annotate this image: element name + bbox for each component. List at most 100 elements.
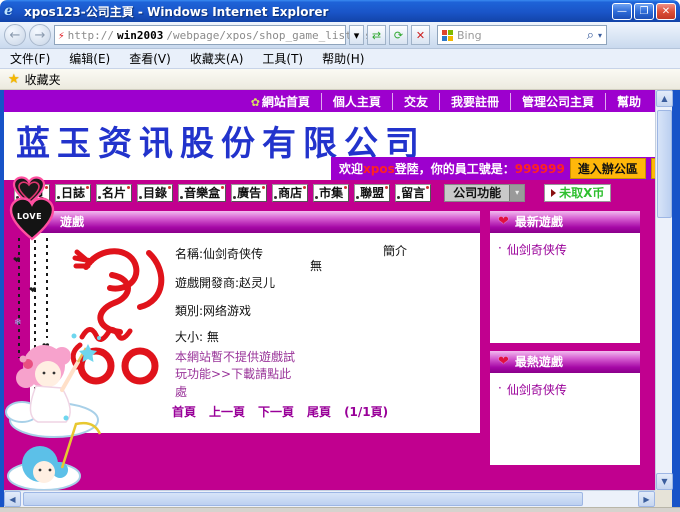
enter-office-button[interactable]: 進入辦公區: [570, 158, 646, 179]
arrow-right-icon: ▶: [643, 495, 649, 504]
go-button[interactable]: ⇄: [367, 25, 386, 45]
site-top-nav: ✿網站首頁 個人主頁 交友 我要註冊 管理公司主頁 幫助: [4, 90, 655, 112]
page-next-link[interactable]: 下一頁: [258, 403, 294, 420]
horizontal-scrollbar[interactable]: ◀ ▶: [4, 490, 655, 507]
stop-icon: ✕: [416, 29, 425, 42]
go-icon: ⇄: [372, 29, 381, 42]
page-last-link[interactable]: 尾頁: [307, 403, 331, 420]
star-icon: ★: [8, 72, 20, 87]
newest-games-header: ❤ 最新遊戲: [490, 211, 640, 233]
menu-help[interactable]: 帮助(H): [322, 50, 364, 67]
chevron-down-icon: ▾: [354, 29, 360, 42]
nav-personal-home[interactable]: 個人主頁: [322, 93, 393, 110]
nav-help[interactable]: 幫助: [606, 93, 641, 110]
hottest-games-box: ❤ 最熱遊戲 · 仙剑奇侠传: [490, 351, 640, 465]
tab-catalog[interactable]: 目錄: [137, 184, 173, 202]
maximize-button[interactable]: ❐: [634, 3, 654, 20]
nav-manage-company[interactable]: 管理公司主頁: [511, 93, 606, 110]
close-icon: ✕: [662, 6, 670, 17]
pagination: 首頁 上一頁 下一頁 尾頁 (1/1頁): [172, 403, 388, 420]
close-button[interactable]: ✕: [656, 3, 676, 20]
maximize-icon: ❐: [640, 6, 649, 17]
address-bar[interactable]: ⚡ http://win2003/webpage/xpos/shop_game_…: [54, 25, 346, 45]
url-protocol: http://: [68, 29, 114, 42]
heart-icon: ❤: [498, 351, 509, 373]
forward-button[interactable]: →: [29, 24, 51, 46]
arrow-right-icon: [551, 189, 556, 197]
download-link[interactable]: 本網站暫不提供遊戲試玩功能>>下載請點此處: [175, 349, 297, 401]
page-first-link[interactable]: 首頁: [172, 403, 196, 420]
chevron-down-icon: ▾: [509, 185, 524, 201]
menu-view[interactable]: 查看(V): [129, 50, 171, 67]
hottest-games-header: ❤ 最熱遊戲: [490, 351, 640, 373]
tab-alliance[interactable]: 聯盟: [354, 184, 390, 202]
ie-logo-icon: e: [4, 3, 20, 19]
intro-value: 無: [310, 257, 322, 274]
nav-friends[interactable]: 交友: [393, 93, 440, 110]
arrow-down-icon: ▼: [661, 477, 667, 486]
welcome-bar: 欢迎xpos登陸，你的員工號是：999999 進入辦公區 登 出: [331, 157, 655, 180]
xcoin-button[interactable]: 未取X币: [544, 184, 611, 202]
scroll-up-button[interactable]: ▲: [656, 90, 673, 107]
menu-bar: 文件(F) 编辑(E) 查看(V) 收藏夹(A) 工具(T) 帮助(H): [0, 49, 680, 69]
menu-favorites[interactable]: 收藏夹(A): [190, 50, 244, 67]
mini-heart-icon: ❤: [29, 286, 37, 296]
page-viewport: ✿網站首頁 個人主頁 交友 我要註冊 管理公司主頁 幫助 蓝玉资讯股份有限公司 …: [0, 90, 680, 507]
game-name: 名稱:仙剑奇侠传: [175, 245, 263, 262]
forward-icon: →: [35, 28, 46, 43]
address-dropdown-button[interactable]: ▾: [349, 25, 364, 45]
favorites-bar: ★ 收藏夹: [0, 69, 680, 90]
bullet: ·: [498, 381, 502, 398]
address-toolbar: ← → ⚡ http://win2003/webpage/xpos/shop_g…: [0, 22, 680, 49]
scroll-left-button[interactable]: ◀: [4, 491, 21, 507]
window-title: xpos123-公司主頁 - Windows Internet Explorer: [24, 3, 612, 20]
page-prev-link[interactable]: 上一頁: [209, 403, 245, 420]
tab-message[interactable]: 留言: [395, 184, 431, 202]
newest-game-link[interactable]: · 仙剑奇侠传: [490, 233, 640, 258]
menu-tools[interactable]: 工具(T): [262, 50, 303, 67]
tab-blog[interactable]: 日誌: [55, 184, 91, 202]
vertical-scroll-thumb[interactable]: [657, 110, 672, 218]
nav-site-home[interactable]: ✿網站首頁: [240, 93, 322, 110]
stop-button[interactable]: ✕: [411, 25, 430, 45]
back-button[interactable]: ←: [4, 24, 26, 46]
scroll-down-button[interactable]: ▼: [656, 473, 673, 490]
menu-file[interactable]: 文件(F): [10, 50, 50, 67]
company-functions-select[interactable]: 公司功能 ▾: [444, 184, 525, 202]
refresh-icon: ⟳: [394, 29, 403, 42]
vertical-scrollbar[interactable]: ▲ ▼: [655, 90, 672, 490]
favorites-label[interactable]: 收藏夹: [25, 71, 61, 88]
menu-edit[interactable]: 编辑(E): [69, 50, 110, 67]
refresh-button[interactable]: ⟳: [389, 25, 408, 45]
tab-musicbox[interactable]: 音樂盒: [178, 184, 226, 202]
game-category: 類別:网络游戏: [175, 302, 251, 319]
url-path: /webpage/xpos/shop_game_list.asp: [166, 29, 378, 42]
bead-chain-decoration: [34, 240, 36, 400]
tab-home[interactable]: 首頁: [14, 184, 50, 202]
scroll-right-button[interactable]: ▶: [638, 491, 655, 507]
window-frame-right: [672, 90, 680, 507]
page-info: (1/1頁): [344, 403, 388, 420]
nav-register[interactable]: 我要註冊: [440, 93, 511, 110]
window-bottom-edge: [0, 507, 680, 512]
url-host: win2003: [117, 29, 163, 42]
tab-card[interactable]: 名片: [96, 184, 132, 202]
site-tabs: 首頁 日誌 名片 目錄 音樂盒 廣告 商店 市集 聯盟 留言 公司功能 ▾ 未取…: [4, 180, 655, 205]
tab-ads[interactable]: 廣告: [231, 184, 267, 202]
game-developer: 遊戲開發商:赵灵儿: [175, 274, 275, 291]
search-placeholder: Bing: [457, 29, 583, 42]
back-icon: ←: [10, 28, 21, 43]
horizontal-scroll-thumb[interactable]: [23, 492, 583, 506]
flower-icon: ✿: [251, 96, 260, 109]
search-input[interactable]: Bing ⌕ ▾: [437, 25, 607, 45]
tab-market[interactable]: 市集: [313, 184, 349, 202]
arrow-up-icon: ▲: [661, 94, 667, 103]
search-dropdown-icon[interactable]: ▾: [598, 31, 602, 40]
tab-shop[interactable]: 商店: [272, 184, 308, 202]
minimize-button[interactable]: —: [612, 3, 632, 20]
love-heart-label: LOVE: [17, 212, 42, 221]
web-page: ✿網站首頁 個人主頁 交友 我要註冊 管理公司主頁 幫助 蓝玉资讯股份有限公司 …: [4, 90, 655, 490]
search-icon[interactable]: ⌕: [587, 28, 594, 43]
hottest-game-link[interactable]: · 仙剑奇侠传: [490, 373, 640, 398]
browser-window: e xpos123-公司主頁 - Windows Internet Explor…: [0, 0, 680, 512]
